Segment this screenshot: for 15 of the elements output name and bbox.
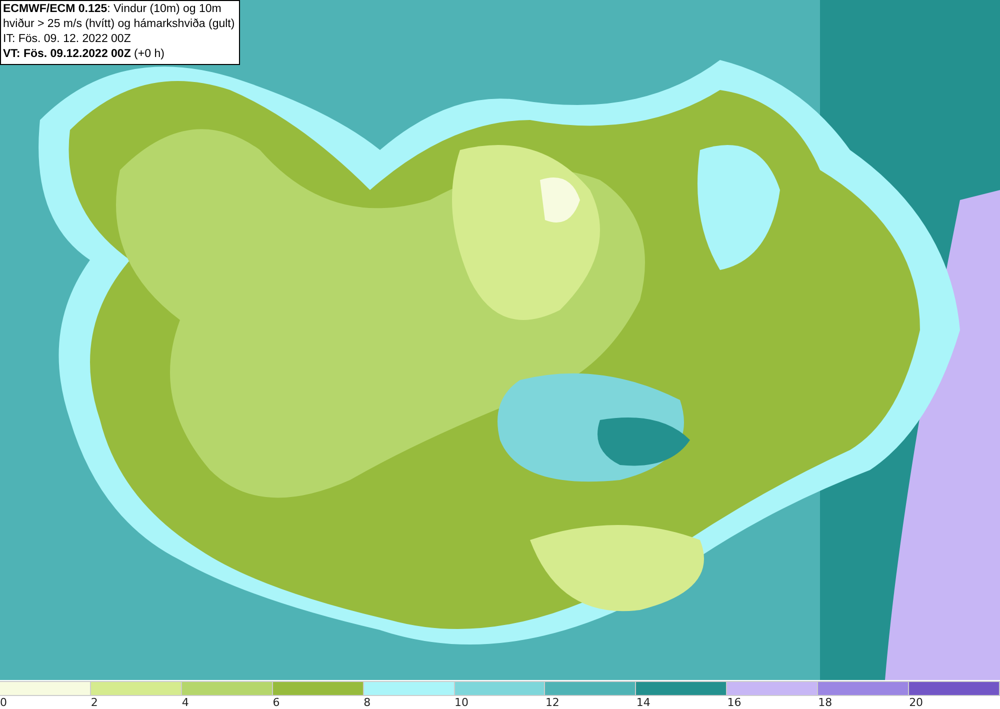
- legend-label: 8: [364, 696, 371, 709]
- title-line: ECMWF/ECM 0.125: Vindur (10m) og 10m: [3, 2, 222, 17]
- legend-label: 12: [545, 696, 560, 709]
- legend-label: 10: [454, 696, 469, 709]
- legend-label: 2: [90, 696, 98, 709]
- title-line: VT: Fös. 09.12.2022 00Z (+0 h): [3, 47, 166, 62]
- legend-label: 16: [727, 696, 742, 709]
- legend-label: 0: [0, 696, 7, 709]
- legend-label: 18: [818, 696, 832, 709]
- title-line: hviður > 25 m/s (hvítt) og hámarkshviða (gult): [3, 17, 235, 32]
- legend-label: 4: [182, 696, 189, 709]
- legend-label: 20: [909, 696, 924, 709]
- legend-label: 6: [272, 696, 280, 709]
- legend-label: 14: [636, 696, 650, 709]
- title-line: IT: Fös. 09. 12. 2022 00Z: [3, 32, 132, 47]
